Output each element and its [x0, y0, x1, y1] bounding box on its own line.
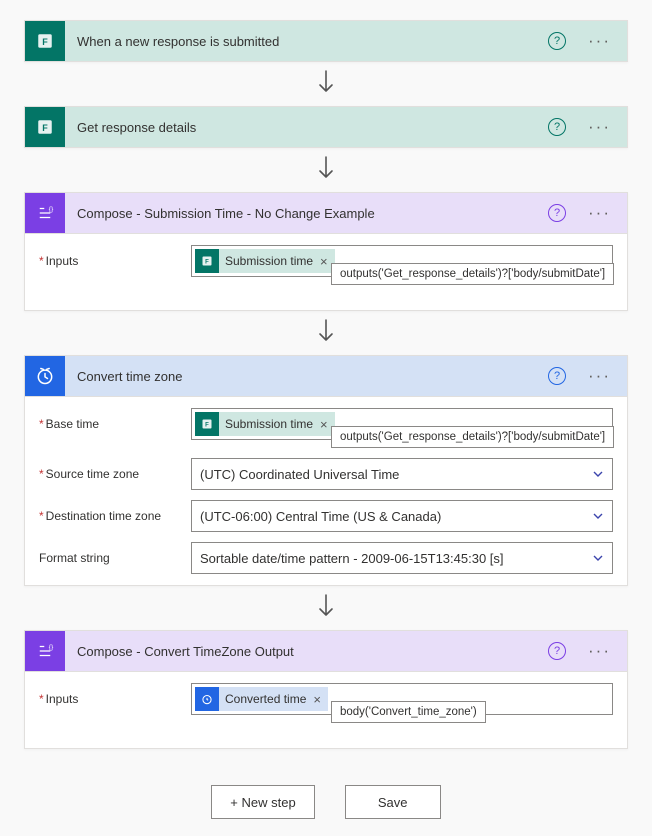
card-body: *Inputs F Submission time × outputs('Get…: [25, 233, 627, 310]
flow-arrow: [24, 62, 628, 106]
card-header[interactable]: Convert time zone ? ···: [25, 356, 627, 396]
get-details-card[interactable]: F Get response details ? ···: [24, 106, 628, 148]
card-body: *Base time F Submission time × outputs('…: [25, 396, 627, 585]
save-button[interactable]: Save: [345, 785, 441, 819]
convert-timezone-card[interactable]: Convert time zone ? ··· *Base time F Sub…: [24, 355, 628, 586]
flow-arrow: [24, 311, 628, 355]
card-header[interactable]: F When a new response is submitted ? ···: [25, 21, 627, 61]
expression-tooltip: body('Convert_time_zone'): [331, 701, 486, 723]
compose-icon: {}: [25, 193, 65, 233]
card-title: Get response details: [77, 120, 536, 135]
token-submission-time[interactable]: F Submission time ×: [195, 249, 335, 273]
token-remove-icon[interactable]: ×: [306, 692, 328, 707]
chevron-down-icon: [592, 552, 604, 564]
card-header[interactable]: {} Compose - Submission Time - No Change…: [25, 193, 627, 233]
more-icon[interactable]: ···: [578, 641, 617, 661]
svg-text:F: F: [42, 37, 48, 47]
new-step-button[interactable]: + New step: [211, 785, 314, 819]
compose-output-card[interactable]: {} Compose - Convert TimeZone Output ? ·…: [24, 630, 628, 749]
svg-text:F: F: [42, 123, 48, 133]
card-body: *Inputs Converted time × body('Convert_t…: [25, 671, 627, 748]
forms-icon: F: [195, 249, 219, 273]
flow-arrow: [24, 586, 628, 630]
flow-arrow: [24, 148, 628, 192]
footer: + New step Save: [24, 785, 628, 819]
token-converted-time[interactable]: Converted time ×: [195, 687, 328, 711]
svg-text:{}: {}: [49, 206, 54, 213]
base-time-label: *Base time: [39, 417, 181, 431]
token-submission-time[interactable]: F Submission time ×: [195, 412, 335, 436]
forms-icon: F: [195, 412, 219, 436]
expression-tooltip: outputs('Get_response_details')?['body/s…: [331, 426, 614, 448]
more-icon[interactable]: ···: [578, 117, 617, 137]
clock-icon: [195, 687, 219, 711]
help-icon[interactable]: ?: [548, 118, 566, 136]
forms-icon: F: [25, 107, 65, 147]
dest-tz-label: *Destination time zone: [39, 509, 181, 523]
svg-text:F: F: [205, 260, 209, 266]
compose-icon: {}: [25, 631, 65, 671]
svg-text:{}: {}: [49, 644, 54, 651]
forms-icon: F: [25, 21, 65, 61]
card-title: Compose - Convert TimeZone Output: [77, 644, 536, 659]
compose-nochange-card[interactable]: {} Compose - Submission Time - No Change…: [24, 192, 628, 311]
help-icon[interactable]: ?: [548, 642, 566, 660]
format-select[interactable]: Sortable date/time pattern - 2009-06-15T…: [191, 542, 613, 574]
dest-tz-select[interactable]: (UTC-06:00) Central Time (US & Canada): [191, 500, 613, 532]
source-tz-select[interactable]: (UTC) Coordinated Universal Time: [191, 458, 613, 490]
clock-icon: [25, 356, 65, 396]
card-title: Convert time zone: [77, 369, 536, 384]
more-icon[interactable]: ···: [578, 31, 617, 51]
more-icon[interactable]: ···: [578, 366, 617, 386]
card-title: When a new response is submitted: [77, 34, 536, 49]
inputs-label: *Inputs: [39, 692, 181, 706]
help-icon[interactable]: ?: [548, 367, 566, 385]
chevron-down-icon: [592, 510, 604, 522]
expression-tooltip: outputs('Get_response_details')?['body/s…: [331, 263, 614, 285]
card-title: Compose - Submission Time - No Change Ex…: [77, 206, 536, 221]
trigger-card[interactable]: F When a new response is submitted ? ···: [24, 20, 628, 62]
card-header[interactable]: F Get response details ? ···: [25, 107, 627, 147]
card-header[interactable]: {} Compose - Convert TimeZone Output ? ·…: [25, 631, 627, 671]
help-icon[interactable]: ?: [548, 204, 566, 222]
source-tz-label: *Source time zone: [39, 467, 181, 481]
svg-text:F: F: [205, 423, 209, 429]
inputs-label: *Inputs: [39, 254, 181, 268]
format-label: Format string: [39, 551, 181, 565]
chevron-down-icon: [592, 468, 604, 480]
more-icon[interactable]: ···: [578, 203, 617, 223]
help-icon[interactable]: ?: [548, 32, 566, 50]
